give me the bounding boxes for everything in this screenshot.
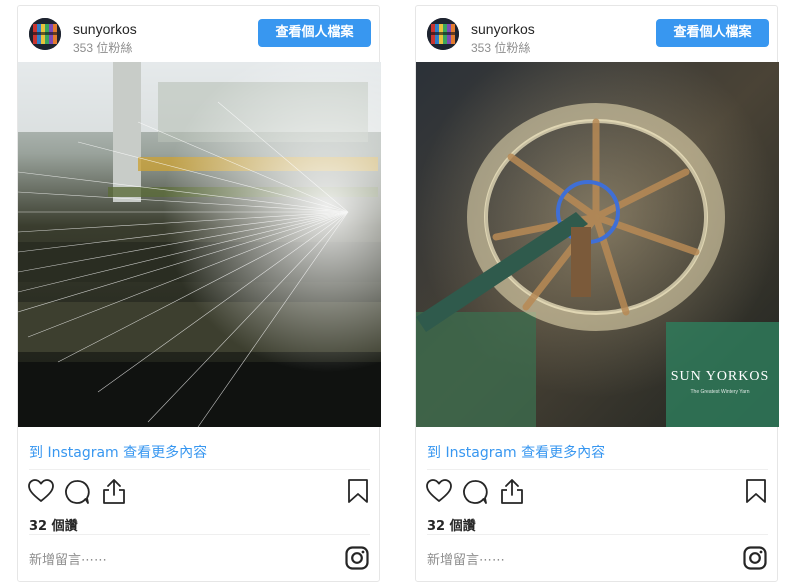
heart-icon[interactable] xyxy=(426,479,452,508)
post-photo[interactable]: SUN YORKOS The Greatest Wintery Yarn xyxy=(416,62,779,427)
add-comment-input[interactable]: 新增留言⋯⋯ xyxy=(29,549,107,568)
username[interactable]: sunyorkos xyxy=(471,21,535,37)
instagram-icon[interactable] xyxy=(345,546,369,575)
divider xyxy=(29,534,370,535)
divider xyxy=(29,469,370,470)
view-profile-button[interactable]: 查看個人檔案 xyxy=(656,19,769,47)
instagram-icon[interactable] xyxy=(743,546,767,575)
watermark-title: SUN YORKOS xyxy=(671,369,770,384)
add-comment-input[interactable]: 新增留言⋯⋯ xyxy=(427,549,505,568)
avatar[interactable] xyxy=(427,18,459,50)
heart-icon[interactable] xyxy=(28,479,54,508)
avatar[interactable] xyxy=(29,18,61,50)
bookmark-icon[interactable] xyxy=(347,478,369,509)
comment-icon[interactable] xyxy=(64,479,90,510)
divider xyxy=(427,534,768,535)
instagram-embed-card-1: sunyorkos 353 位粉絲 查看個人檔案 到 Instagram 查看更… xyxy=(17,5,381,582)
share-icon[interactable] xyxy=(499,477,525,510)
watermark-subtitle: The Greatest Wintery Yarn xyxy=(690,389,749,395)
comment-icon[interactable] xyxy=(462,479,488,510)
username[interactable]: sunyorkos xyxy=(73,21,137,37)
follower-count: 353 位粉絲 xyxy=(471,41,531,55)
view-more-on-instagram-link[interactable]: 到 Instagram 查看更多內容 xyxy=(29,442,207,462)
divider xyxy=(427,469,768,470)
bookmark-icon[interactable] xyxy=(745,478,767,509)
post-header: sunyorkos 353 位粉絲 查看個人檔案 xyxy=(416,6,777,61)
like-count: 32 個讚 xyxy=(29,519,78,534)
view-profile-button[interactable]: 查看個人檔案 xyxy=(258,19,371,47)
follower-count: 353 位粉絲 xyxy=(73,41,133,55)
view-more-on-instagram-link[interactable]: 到 Instagram 查看更多內容 xyxy=(427,442,605,462)
post-header: sunyorkos 353 位粉絲 查看個人檔案 xyxy=(18,6,379,61)
instagram-embed-card-2: sunyorkos 353 位粉絲 查看個人檔案 SUN YORKOS The … xyxy=(415,5,779,582)
share-icon[interactable] xyxy=(101,477,127,510)
like-count: 32 個讚 xyxy=(427,519,476,534)
post-photo[interactable] xyxy=(18,62,381,427)
